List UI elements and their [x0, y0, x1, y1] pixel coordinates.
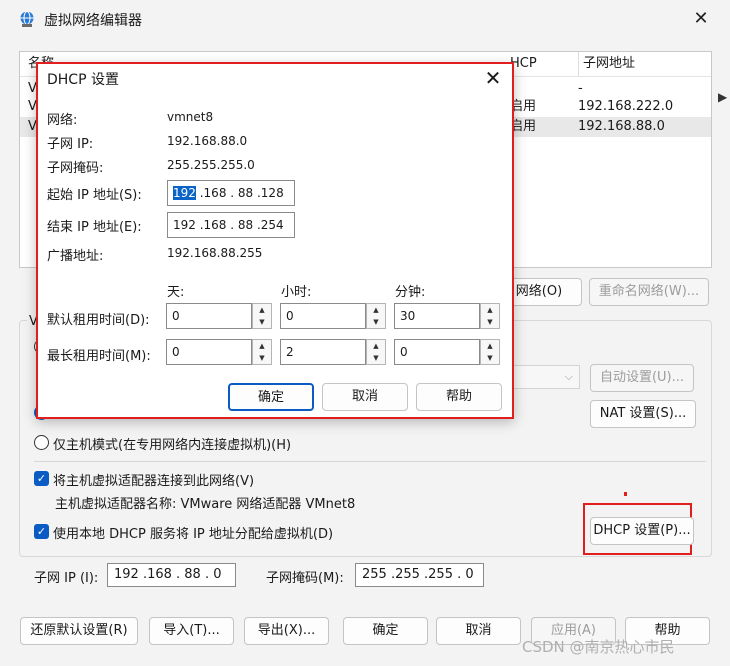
row-subnet-cell: 192.168.88.0	[578, 119, 665, 134]
import-button[interactable]: 导入(T)...	[149, 617, 234, 645]
nat-settings-button[interactable]: NAT 设置(S)...	[590, 400, 696, 428]
connect-host-adapter-checkbox[interactable]: ✓	[34, 471, 49, 486]
use-local-dhcp-label[interactable]: 使用本地 DHCP 服务将 IP 地址分配给虚拟机(D)	[53, 523, 333, 542]
network-globe-icon	[20, 11, 34, 27]
window-title: 虚拟网络编辑器	[44, 13, 142, 29]
title-bar: 虚拟网络编辑器 ✕	[0, 0, 730, 40]
restore-defaults-button[interactable]: 还原默认设置(R)	[20, 617, 138, 645]
col-header-dhcp[interactable]: HCP	[510, 52, 537, 76]
subnet-mask-label: 子网掩码(M):	[266, 571, 344, 586]
auto-settings-button[interactable]: 自动设置(U)...	[590, 364, 694, 392]
subnet-ip-label: 子网 IP (I):	[34, 571, 99, 586]
cancel-button[interactable]: 取消	[436, 617, 521, 645]
side-scroll-edge: ▶	[718, 90, 728, 104]
ok-button[interactable]: 确定	[343, 617, 428, 645]
adapter-name-text: 主机虚拟适配器名称: VMware 网络适配器 VMnet8	[55, 497, 356, 512]
row-subnet-cell: -	[578, 81, 583, 96]
host-only-label[interactable]: 仅主机模式(在专用网络内连接虚拟机)(H)	[53, 434, 291, 453]
use-local-dhcp-checkbox[interactable]: ✓	[34, 524, 49, 539]
red-dot-mark	[624, 492, 627, 496]
divider	[34, 461, 706, 462]
dhcp-settings-button[interactable]: DHCP 设置(P)...	[590, 517, 694, 545]
host-only-radio[interactable]	[34, 435, 49, 450]
dialog-highlight-box	[36, 62, 514, 419]
subnet-ip-field[interactable]: 192 .168 . 88 . 0	[107, 563, 236, 587]
watermark-text: CSDN @南京热心市民	[522, 638, 675, 656]
rename-network-button[interactable]: 重命名网络(W)...	[589, 278, 709, 306]
subnet-mask-field[interactable]: 255 .255 .255 . 0	[355, 563, 484, 587]
bridge-to-dropdown[interactable]: ⌵	[510, 365, 580, 389]
export-button[interactable]: 导出(X)...	[244, 617, 329, 645]
col-header-subnet[interactable]: 子网地址	[578, 52, 635, 76]
row-subnet-cell: 192.168.222.0	[578, 99, 674, 114]
window-close-icon[interactable]: ✕	[690, 8, 712, 30]
connect-host-adapter-label[interactable]: 将主机虚拟适配器连接到此网络(V)	[53, 470, 254, 489]
